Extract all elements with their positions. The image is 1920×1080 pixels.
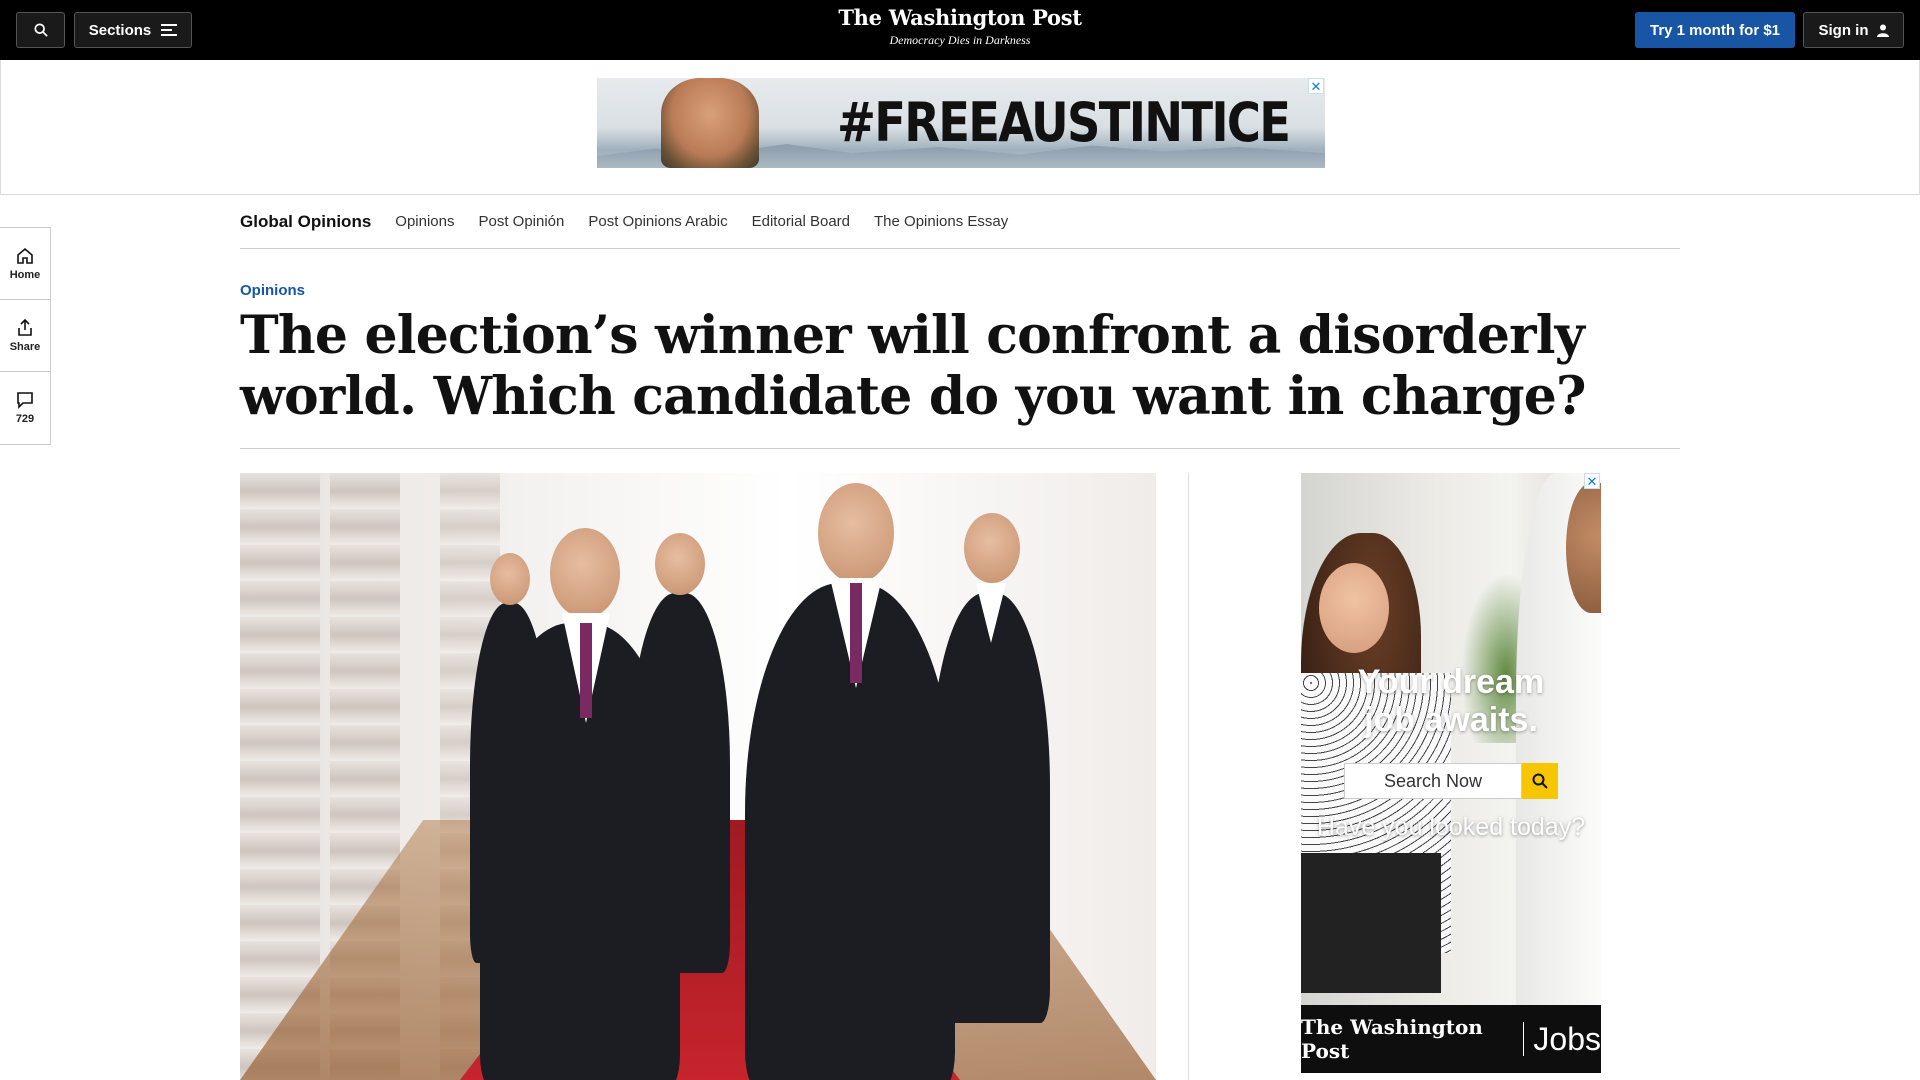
ad-message-line2: job awaits.: [1364, 701, 1538, 739]
article-title: The election’s winner will confront a di…: [240, 305, 1587, 427]
ad-brand-logo: The Washington Post: [1301, 1015, 1483, 1063]
photo-person-head: [964, 513, 1020, 583]
rail-comments-count: 729: [15, 413, 35, 425]
ad-footer-divider: [1522, 1022, 1524, 1056]
rail-home-button[interactable]: Home: [0, 228, 50, 300]
photo-person-head: [490, 553, 530, 605]
ad-message: Your dream job awaits.: [1301, 663, 1601, 739]
ad-headline: #FREEAUSTINTICE: [837, 91, 1291, 154]
search-icon: [1532, 773, 1548, 789]
ad-product-name: Jobs: [1533, 1020, 1601, 1057]
site-logo[interactable]: The Washington Post: [760, 5, 1160, 30]
subnav-item-post-opinions-arabic[interactable]: Post Opinions Arabic: [588, 213, 727, 230]
subnav-item-post-opinion[interactable]: Post Opinión: [478, 213, 564, 230]
photo-person-head: [655, 533, 705, 595]
search-icon: [33, 23, 48, 37]
subscribe-button[interactable]: Try 1 month for $1: [1635, 12, 1795, 48]
ad-woman-face: [1319, 563, 1389, 653]
masthead[interactable]: The Washington Post Democracy Dies in Da…: [760, 5, 1160, 48]
ad-portrait: [661, 78, 759, 168]
photo-tie: [850, 583, 862, 683]
subnav-item-opinions[interactable]: Opinions: [395, 213, 454, 230]
rail-share-button[interactable]: Share: [0, 300, 50, 372]
title-divider: [240, 448, 1680, 449]
menu-icon: [161, 24, 178, 36]
user-icon: [1876, 24, 1889, 37]
top-navigation-bar: Sections The Washington Post Democracy D…: [0, 0, 1920, 60]
article-kicker[interactable]: Opinions: [240, 282, 305, 299]
photo-person-head: [818, 483, 894, 583]
article-lead-photo: [240, 473, 1156, 1080]
ad-question: Have you looked today?: [1316, 813, 1586, 841]
photo-tie: [580, 623, 592, 718]
rail-home-label: Home: [9, 268, 41, 281]
subnav-brand[interactable]: Global Opinions: [240, 212, 371, 232]
ad-search-field[interactable]: Search Now: [1344, 763, 1522, 799]
rail-share-label: Share: [9, 340, 41, 353]
sign-in-label: Sign in: [1818, 21, 1869, 39]
comment-icon: [17, 392, 33, 409]
share-icon: [18, 318, 32, 336]
right-ad-close-icon[interactable]: ✕: [1584, 473, 1600, 489]
sections-menu-button[interactable]: Sections: [74, 12, 192, 48]
section-subnav: Global Opinions Opinions Post Opinión Po…: [240, 195, 1680, 249]
subnav-item-editorial-board[interactable]: Editorial Board: [752, 213, 850, 230]
home-icon: [17, 247, 33, 264]
ad-woman-skirt: [1301, 853, 1441, 993]
search-button[interactable]: [16, 12, 65, 48]
column-divider: [1188, 473, 1189, 1080]
sign-in-button[interactable]: Sign in: [1803, 12, 1904, 48]
ad-footer: The Washington Post Jobs: [1301, 1005, 1601, 1073]
left-action-rail: Home Share 729: [0, 227, 51, 445]
rail-comments-button[interactable]: 729: [0, 372, 50, 444]
subnav-item-opinions-essay[interactable]: The Opinions Essay: [874, 213, 1008, 230]
ad-close-icon[interactable]: ✕: [1308, 78, 1324, 94]
top-ad-container: #FREEAUSTINTICE ✕: [0, 60, 1920, 195]
top-ad-banner[interactable]: #FREEAUSTINTICE: [597, 78, 1325, 168]
photo-person-head: [550, 528, 620, 618]
ad-search-button[interactable]: [1522, 763, 1558, 799]
site-tagline: Democracy Dies in Darkness: [889, 33, 1031, 47]
ad-message-line1: Your dream: [1357, 663, 1545, 701]
right-ad-jobs[interactable]: Your dream job awaits. Search Now Have y…: [1301, 473, 1601, 1073]
sections-label: Sections: [88, 21, 152, 39]
